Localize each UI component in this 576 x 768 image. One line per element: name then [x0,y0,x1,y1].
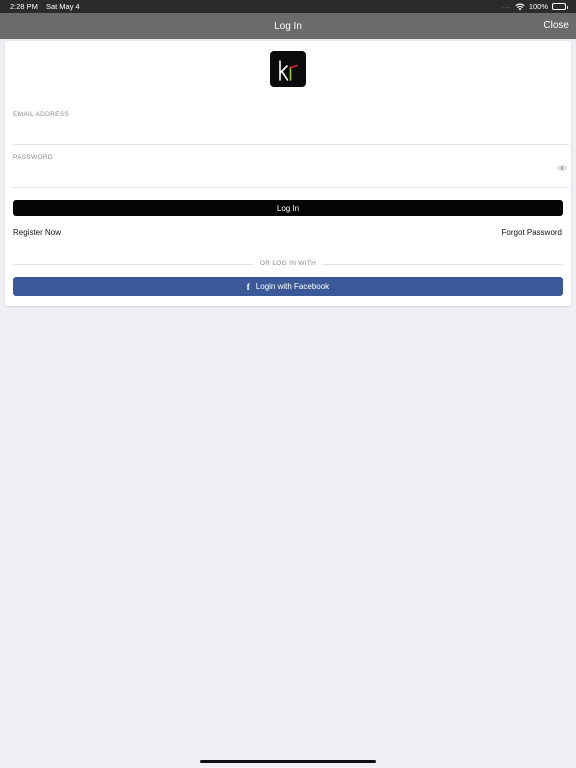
password-input[interactable] [13,164,543,184]
divider: OR LOG IN WITH [13,259,563,269]
app-logo [270,51,306,87]
status-date: Sat May 4 [45,2,80,11]
divider-label: OR LOG IN WITH [253,259,323,269]
register-link[interactable]: Register Now [13,228,61,237]
signal-icon: .... [502,3,511,10]
login-card: EMAIL ADDRESS PASSWORD Log In Register N… [5,41,571,306]
status-time: 2:28 PM [10,2,38,11]
status-left: 2:28 PM Sat May 4 [10,2,80,11]
password-field: PASSWORD [13,150,569,188]
eye-icon[interactable] [557,163,567,173]
status-bar: 2:28 PM Sat May 4 .... 100% [0,0,576,13]
email-field: EMAIL ADDRESS [13,107,569,145]
facebook-f-icon: f [246,281,250,292]
forgot-password-link[interactable]: Forgot Password [502,228,562,237]
password-label: PASSWORD [13,154,53,161]
login-screen: 2:28 PM Sat May 4 .... 100% Log In Close [0,0,576,768]
nav-bar: Log In Close [0,13,576,39]
email-input[interactable] [13,121,543,141]
home-indicator [200,760,376,763]
login-button[interactable]: Log In [13,200,563,216]
page-title: Log In [274,20,302,32]
facebook-login-label: Login with Facebook [255,282,330,291]
close-button[interactable]: Close [541,13,571,39]
status-right: .... 100% [502,2,568,11]
facebook-login-button[interactable]: f Login with Facebook [13,277,563,296]
kr-logo-icon [279,60,298,81]
battery-percent: 100% [528,2,548,11]
battery-icon [552,3,568,10]
wifi-icon [515,3,525,10]
email-label: EMAIL ADDRESS [13,111,70,118]
